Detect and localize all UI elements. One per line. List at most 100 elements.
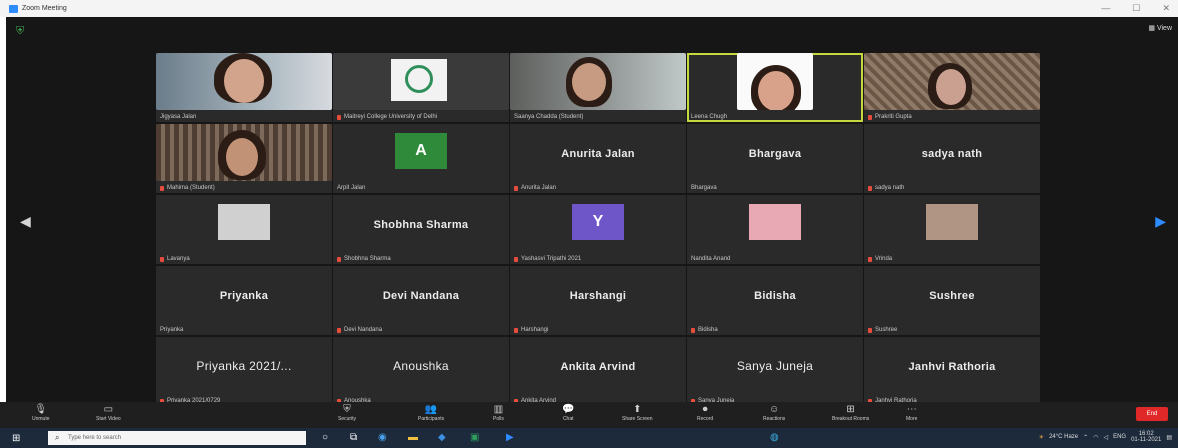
participant-name-label: Saanya Chadda (Student) bbox=[514, 114, 583, 120]
participant-tile[interactable]: Bidisha Bidisha bbox=[687, 266, 863, 335]
notification-icon[interactable]: ▤ bbox=[1166, 434, 1172, 441]
share-screen-icon: ⬆ bbox=[633, 404, 642, 415]
view-button-label: View bbox=[1156, 25, 1172, 32]
windows-start-icon[interactable]: ⊞ bbox=[12, 433, 20, 444]
wifi-icon[interactable]: ◠ bbox=[1093, 434, 1098, 441]
clock[interactable]: 16:02 01-11-2021 bbox=[1131, 431, 1161, 443]
participant-tile[interactable]: A Arpit Jalan bbox=[333, 124, 509, 193]
participant-tile[interactable]: Y Yashasvi Tripathi 2021 bbox=[510, 195, 686, 264]
participant-display-name: Bhargava bbox=[748, 148, 802, 160]
participant-name-label: sadya nath bbox=[868, 185, 904, 191]
toolbar-record-button[interactable]: ⏺ Record bbox=[697, 404, 713, 422]
participant-video bbox=[156, 124, 332, 181]
chrome-icon[interactable]: ◉ bbox=[378, 432, 387, 444]
participant-tile[interactable]: Sanya Juneja Sanya Juneja bbox=[687, 337, 863, 406]
participant-tile[interactable]: Janhvi Rathoria Janhvi Rathoria bbox=[864, 337, 1040, 406]
app-taskbar-icon[interactable]: ◍ bbox=[770, 432, 779, 444]
system-tray: ☀ 24°C Haze ⌃ ◠ ◁ ENG 16:02 01-11-2021 ▤ bbox=[1039, 431, 1172, 443]
volume-icon[interactable]: ◁ bbox=[1103, 434, 1108, 441]
toolbar-more-button[interactable]: ⋯ More bbox=[906, 404, 917, 422]
participant-tile[interactable]: Leena Chugh bbox=[687, 53, 863, 122]
next-page-arrow-icon[interactable]: ▶ bbox=[1155, 213, 1166, 230]
chat-icon: 💬 bbox=[562, 404, 575, 415]
minimize-button[interactable]: — bbox=[1101, 3, 1110, 14]
participant-display-name: Devi Nandana bbox=[382, 290, 460, 302]
participant-tile[interactable]: Anoushka Anoushka bbox=[333, 337, 509, 406]
participant-face bbox=[224, 59, 264, 103]
toolbar-button-label: Breakout Rooms bbox=[832, 416, 870, 422]
search-icon: ⌕ bbox=[55, 433, 60, 442]
participant-tile[interactable]: Priyanka 2021/... Priyanka 2021/0729 bbox=[156, 337, 332, 406]
toolbar-polls-button[interactable]: ▥ Polls bbox=[493, 404, 504, 422]
task-view-icon[interactable]: ⧉ bbox=[350, 432, 357, 444]
participant-name-text: Maitreyi College University of Delhi bbox=[344, 114, 438, 120]
participant-tile[interactable]: Prakriti Gupta bbox=[864, 53, 1040, 122]
toolbar-button-label: Reactions bbox=[763, 416, 786, 422]
participant-name-text: Arpit Jalan bbox=[337, 185, 366, 191]
participant-tile[interactable]: Lavanya bbox=[156, 195, 332, 264]
participant-display-name: sadya nath bbox=[921, 148, 983, 160]
participant-tile[interactable]: Maitreyi College University of Delhi bbox=[333, 53, 509, 122]
participant-tile[interactable]: Ankita Arvind Ankita Arvind bbox=[510, 337, 686, 406]
toolbar-reactions-button[interactable]: ☺ Reactions bbox=[763, 404, 785, 422]
toolbar-start-video-button[interactable]: ▭ Start Video bbox=[96, 404, 121, 422]
excel-icon[interactable]: ▣ bbox=[470, 432, 479, 444]
participant-tile[interactable]: sadya nath sadya nath bbox=[864, 124, 1040, 193]
participant-tile[interactable]: Shobhna Sharma Shobhna Sharma bbox=[333, 195, 509, 264]
toolbar-breakout-rooms-button[interactable]: ⊞ Breakout Rooms bbox=[832, 404, 869, 422]
participant-tile[interactable]: Saanya Chadda (Student) bbox=[510, 53, 686, 122]
store-icon[interactable]: ◆ bbox=[438, 432, 446, 444]
previous-page-arrow-icon[interactable]: ◀ bbox=[20, 213, 31, 230]
participant-name-label: Sushree bbox=[868, 327, 897, 333]
security-shield-icon[interactable]: ⛨ bbox=[16, 25, 28, 37]
participant-tile[interactable]: Harshangi Harshangi bbox=[510, 266, 686, 335]
toolbar-unmute-button[interactable]: 🎙 Unmute bbox=[32, 404, 50, 422]
participant-tile[interactable]: Bhargava Bhargava bbox=[687, 124, 863, 193]
tray-up-arrow-icon[interactable]: ⌃ bbox=[1083, 434, 1088, 441]
end-meeting-button[interactable]: End bbox=[1136, 407, 1168, 421]
participant-tile[interactable]: Nandita Anand bbox=[687, 195, 863, 264]
participant-tile[interactable]: Anurita Jalan Anurita Jalan bbox=[510, 124, 686, 193]
participant-name-text: Sushree bbox=[875, 327, 898, 333]
participant-tile[interactable]: Vrinda bbox=[864, 195, 1040, 264]
participant-name-label: Anurita Jalan bbox=[514, 185, 556, 191]
polls-icon: ▥ bbox=[493, 404, 504, 415]
participant-display-name: Janhvi Rathoria bbox=[908, 361, 996, 373]
taskbar-search-box[interactable]: ⌕ Type here to search bbox=[48, 431, 306, 445]
language-indicator[interactable]: ENG bbox=[1113, 434, 1126, 440]
participant-face bbox=[936, 69, 966, 105]
toolbar-chat-button[interactable]: 💬 Chat bbox=[562, 404, 574, 422]
college-logo bbox=[391, 59, 447, 101]
zoom-taskbar-icon[interactable]: ▶ bbox=[506, 432, 514, 444]
participant-name-text: Prakriti Gupta bbox=[875, 114, 912, 120]
participant-tile[interactable]: Sushree Sushree bbox=[864, 266, 1040, 335]
cortana-icon[interactable]: ○ bbox=[322, 432, 328, 444]
file-explorer-icon[interactable]: ▬ bbox=[408, 432, 418, 444]
view-button[interactable]: ▦ View bbox=[1148, 24, 1172, 32]
reactions-icon: ☺ bbox=[769, 404, 780, 415]
participant-tile[interactable]: Priyanka Priyanka bbox=[156, 266, 332, 335]
record-icon: ⏺ bbox=[702, 404, 708, 415]
toolbar-participants-button[interactable]: 👥 Participants bbox=[418, 404, 444, 422]
toolbar-security-button[interactable]: ⛨ Security bbox=[338, 404, 356, 422]
participant-face bbox=[758, 71, 794, 110]
participant-tile[interactable]: Jigyasa Jalan bbox=[156, 53, 332, 122]
toolbar-share-screen-button[interactable]: ⬆ Share Screen bbox=[622, 404, 653, 422]
toolbar-button-label: Unmute bbox=[32, 416, 50, 422]
window-controls: — ☐ ✕ bbox=[1101, 3, 1170, 14]
participant-name-text: Yashasvi Tripathi 2021 bbox=[521, 256, 582, 262]
participant-name-text: sadya nath bbox=[875, 185, 905, 191]
zoom-app-icon bbox=[9, 4, 18, 13]
close-window-button[interactable]: ✕ bbox=[1162, 3, 1170, 14]
participant-video bbox=[156, 53, 332, 110]
participant-face bbox=[226, 138, 258, 176]
window-title: Zoom Meeting bbox=[22, 5, 67, 12]
maximize-button[interactable]: ☐ bbox=[1132, 3, 1140, 14]
toolbar-button-label: More bbox=[906, 416, 918, 422]
participant-name-text: Bhargava bbox=[691, 185, 717, 191]
profile-picture bbox=[218, 204, 270, 240]
participant-tile[interactable]: Mahima (Student) bbox=[156, 124, 332, 193]
participant-display-name: Anurita Jalan bbox=[561, 148, 635, 160]
participant-name-label: Maitreyi College University of Delhi bbox=[337, 114, 437, 120]
participant-tile[interactable]: Devi Nandana Devi Nandana bbox=[333, 266, 509, 335]
